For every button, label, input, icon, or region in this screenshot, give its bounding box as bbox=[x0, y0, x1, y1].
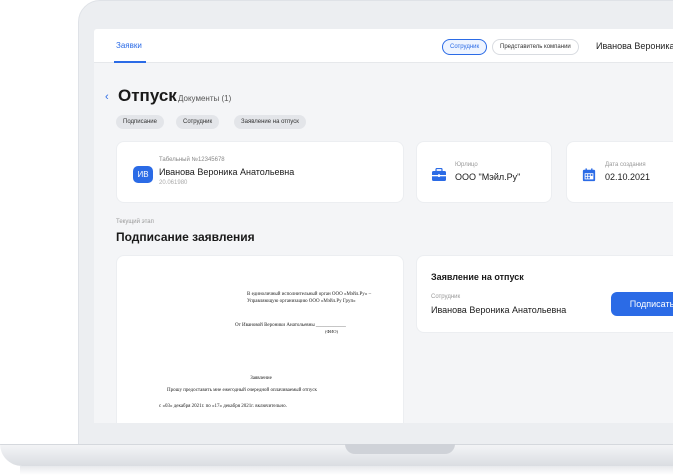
signer-name: Иванова Вероника Анатольевна bbox=[431, 305, 567, 315]
employee-number: Табельный №12345678 bbox=[159, 157, 225, 163]
calendar-icon bbox=[582, 168, 596, 182]
document-heading: Заявление bbox=[250, 376, 272, 381]
tag-leave-request: Заявление на отпуск bbox=[234, 115, 306, 129]
chevron-left-icon[interactable]: ‹ bbox=[105, 91, 109, 103]
tag-signing: Подписание bbox=[116, 115, 164, 129]
nav-requests-link[interactable]: Заявки bbox=[116, 41, 142, 50]
sign-button[interactable]: Подписать bbox=[611, 292, 673, 316]
tag-employee: Сотрудник bbox=[176, 115, 220, 129]
signer-role-label: Сотрудник bbox=[431, 294, 461, 300]
signing-card: Заявление на отпуск Сотрудник Иванова Ве… bbox=[416, 255, 673, 333]
document-preview[interactable]: В единоличный исполнительный орган ООО «… bbox=[116, 255, 404, 423]
current-step-title: Подписание заявления bbox=[116, 230, 255, 244]
device-mockup: Заявки Сотрудник Представитель компании … bbox=[0, 0, 673, 475]
organization-value: ООО "Мэйл.Ру" bbox=[455, 172, 521, 182]
top-bar: Заявки Сотрудник Представитель компании … bbox=[94, 29, 673, 63]
created-date-card: Дата создания 02.10.2021 bbox=[566, 141, 673, 203]
briefcase-icon bbox=[432, 168, 446, 181]
documents-link[interactable]: Документы (1) bbox=[178, 94, 231, 103]
laptop-base bbox=[0, 444, 673, 466]
laptop-shadow bbox=[20, 466, 673, 475]
document-addressee: В единоличный исполнительный орган ООО «… bbox=[247, 292, 372, 304]
document-body-line-1: Прошу предоставить мне ежегодный очередн… bbox=[167, 388, 317, 393]
role-employee-button[interactable]: Сотрудник bbox=[442, 39, 488, 55]
employee-birthdate: 20.061980 bbox=[159, 180, 188, 186]
app-screen: Заявки Сотрудник Представитель компании … bbox=[94, 29, 673, 423]
organization-label: Юрлицо bbox=[455, 162, 478, 168]
document-sender: От Ивановой Вероники Анатольевны _______… bbox=[235, 323, 346, 328]
signing-card-title: Заявление на отпуск bbox=[431, 272, 524, 282]
document-body-line-2: с «03» декабря 2021г. по «17» декабря 20… bbox=[159, 404, 287, 409]
created-date-label: Дата создания bbox=[605, 162, 646, 168]
nav-active-indicator bbox=[114, 61, 146, 63]
page-title: Отпуск bbox=[118, 86, 177, 105]
avatar: ИВ bbox=[133, 166, 153, 183]
current-step-label: Текущий этап bbox=[116, 219, 154, 225]
organization-card: Юрлицо ООО "Мэйл.Ру" bbox=[416, 141, 552, 203]
employee-card: ИВ Табельный №12345678 Иванова Вероника … bbox=[116, 141, 404, 203]
role-company-button[interactable]: Представитель компании bbox=[492, 39, 579, 55]
employee-name: Иванова Вероника Анатольевна bbox=[159, 167, 295, 177]
laptop-notch bbox=[345, 444, 455, 454]
document-fio-caption: (ФИО) bbox=[325, 329, 339, 334]
created-date-value: 02.10.2021 bbox=[605, 172, 651, 182]
user-menu[interactable]: Иванова Вероника bbox=[596, 41, 673, 51]
